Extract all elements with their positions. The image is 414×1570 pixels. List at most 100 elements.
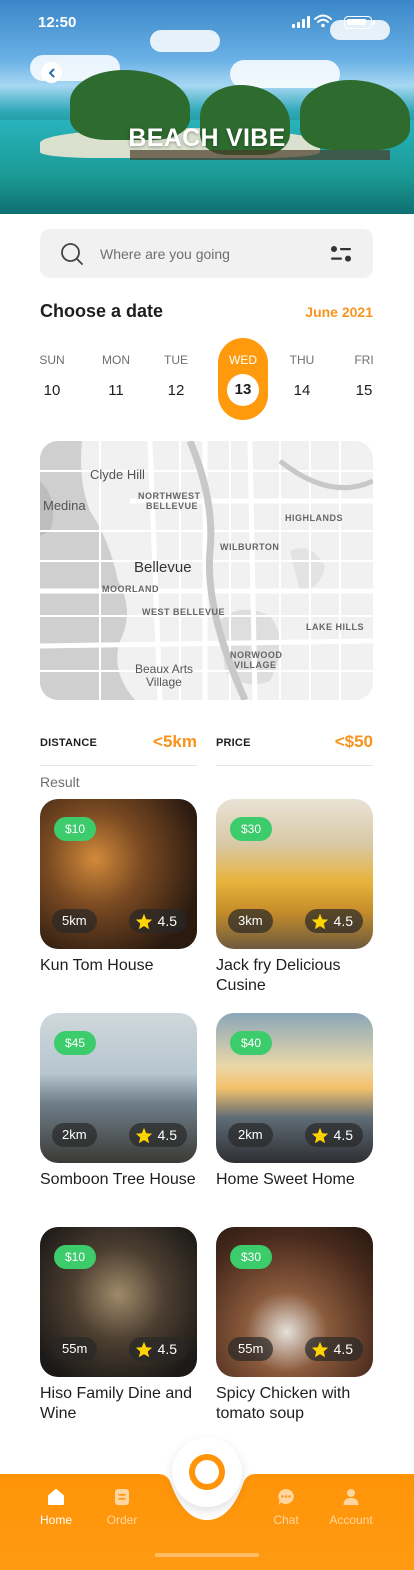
restaurant-name: Spicy Chicken with tomato soup — [216, 1385, 351, 1422]
day-name: MON — [102, 353, 130, 367]
distance-filter[interactable]: DISTANCE <5km — [40, 729, 197, 766]
star-icon — [311, 1341, 328, 1357]
nav-chat[interactable]: Chat — [251, 1488, 321, 1527]
price-badge: $10 — [54, 817, 97, 841]
day-number: 12 — [167, 382, 185, 399]
star-icon — [135, 913, 152, 929]
distance-badge: 2km — [228, 1123, 273, 1147]
map-label: NORTHWEST — [138, 491, 201, 501]
rating-badge: 4.5 — [128, 1337, 187, 1361]
chat-icon — [278, 1489, 294, 1505]
map-label: Clyde Hill — [90, 467, 145, 482]
distance-label: DISTANCE — [40, 737, 98, 749]
restaurant-name: Kun Tom House — [40, 957, 154, 974]
home-indicator — [155, 1553, 259, 1557]
distance-value: <5km — [153, 732, 197, 751]
price-badge: $10 — [54, 1245, 97, 1269]
map-view[interactable]: Clyde Hill Medina NORTHWEST BELLEVUE HIG… — [40, 441, 373, 700]
rating-value: 4.5 — [157, 1341, 177, 1357]
day-number: 10 — [43, 382, 61, 399]
restaurant-card[interactable]: $30 55m 4.5 Spicy Chicken with tomato so… — [216, 1227, 373, 1424]
nav-order[interactable]: Order — [87, 1488, 157, 1527]
map-label: LAKE HILLS — [306, 622, 364, 632]
map-label: Bellevue — [134, 559, 192, 576]
day-number: 15 — [355, 382, 373, 399]
home-icon — [48, 1489, 64, 1505]
restaurant-card[interactable]: $10 5km 4.5 Kun Tom House — [40, 799, 197, 976]
rating-badge: 4.5 — [128, 1123, 187, 1147]
restaurant-photo: $10 5km 4.5 — [40, 799, 197, 949]
map-label: NORWOOD — [230, 650, 283, 660]
rating-value: 4.5 — [157, 913, 177, 929]
search-input[interactable] — [98, 241, 318, 267]
distance-badge: 3km — [228, 909, 273, 933]
rating-value: 4.5 — [157, 1127, 177, 1143]
star-icon — [311, 1127, 328, 1143]
day-thu[interactable]: THU 14 — [277, 338, 327, 420]
price-badge: $40 — [230, 1031, 273, 1055]
map-label: Beaux Arts — [135, 662, 194, 676]
status-bar: 12:50 — [0, 0, 414, 44]
restaurant-photo: $45 2km 4.5 — [40, 1013, 197, 1163]
restaurant-photo: $30 55m 4.5 — [216, 1227, 373, 1377]
map-label: Village — [146, 675, 182, 689]
map-label: Medina — [43, 498, 86, 513]
battery-icon — [344, 16, 375, 29]
rating-badge: 4.5 — [304, 1337, 363, 1361]
day-number: 14 — [293, 382, 311, 399]
day-mon[interactable]: MON 11 — [91, 338, 141, 420]
map-label: WEST BELLEVUE — [142, 607, 226, 617]
price-label: PRICE — [216, 737, 251, 749]
day-sun[interactable]: SUN 10 — [27, 338, 77, 420]
center-action-button[interactable] — [172, 1437, 242, 1507]
rating-badge: 4.5 — [304, 1123, 363, 1147]
status-time: 12:50 — [38, 14, 77, 31]
price-badge: $30 — [230, 1245, 273, 1269]
map-label: HIGHLANDS — [285, 513, 343, 523]
restaurant-card[interactable]: $45 2km 4.5 Somboon Tree House — [40, 1013, 197, 1190]
rating-badge: 4.5 — [304, 909, 363, 933]
day-fri[interactable]: FRI 15 — [339, 338, 389, 420]
day-name: FRI — [354, 353, 374, 367]
distance-badge: 2km — [52, 1123, 97, 1147]
distance-badge: 5km — [52, 909, 97, 933]
day-name: WED — [229, 353, 257, 367]
restaurant-name: Jack fry Delicious Cusine — [216, 957, 341, 994]
price-badge: $45 — [54, 1031, 97, 1055]
nav-label: Chat — [273, 1513, 299, 1527]
star-icon — [135, 1341, 152, 1357]
day-wed-selected[interactable]: WED 13 — [218, 338, 268, 420]
hero-banner: 12:50 BEACH VIBE — [0, 0, 414, 214]
account-icon — [343, 1489, 359, 1505]
date-picker: SUN 10 MON 11 TUE 12 WED 13 THU 14 FRI 1… — [30, 338, 384, 422]
restaurant-photo: $30 3km 4.5 — [216, 799, 373, 949]
nav-label: Home — [39, 1513, 72, 1527]
price-value: <$50 — [334, 732, 373, 751]
distance-badge: 55m — [52, 1337, 98, 1361]
star-icon — [311, 913, 328, 929]
month-selector[interactable]: June 2021 — [305, 304, 373, 320]
day-name: TUE — [164, 353, 188, 367]
day-tue[interactable]: TUE 12 — [151, 338, 201, 420]
nav-label: Order — [106, 1513, 138, 1527]
nav-account[interactable]: Account — [316, 1488, 386, 1527]
nav-label: Account — [329, 1513, 373, 1527]
map-label: BELLEVUE — [146, 501, 199, 511]
search-bar[interactable] — [40, 229, 373, 278]
result-label: Result — [40, 774, 80, 790]
restaurant-card[interactable]: $30 3km 4.5 Jack fry Delicious Cusine — [216, 799, 373, 996]
day-name: SUN — [39, 353, 65, 367]
back-button[interactable] — [41, 62, 62, 83]
nav-home[interactable]: Home — [21, 1488, 91, 1527]
restaurant-name: Hiso Family Dine and Wine — [40, 1385, 193, 1422]
restaurant-card[interactable]: $10 55m 4.5 Hiso Family Dine and Wine — [40, 1227, 197, 1424]
ring-icon — [189, 1454, 225, 1490]
restaurant-name: Somboon Tree House — [40, 1171, 196, 1188]
signal-icon — [292, 16, 310, 28]
day-number: 11 — [108, 382, 124, 399]
day-number: 13 — [227, 374, 259, 406]
filter-icon[interactable] — [330, 244, 352, 264]
restaurant-card[interactable]: $40 2km 4.5 Home Sweet Home — [216, 1013, 373, 1190]
price-filter[interactable]: PRICE <$50 — [216, 729, 373, 766]
rating-badge: 4.5 — [128, 909, 187, 933]
